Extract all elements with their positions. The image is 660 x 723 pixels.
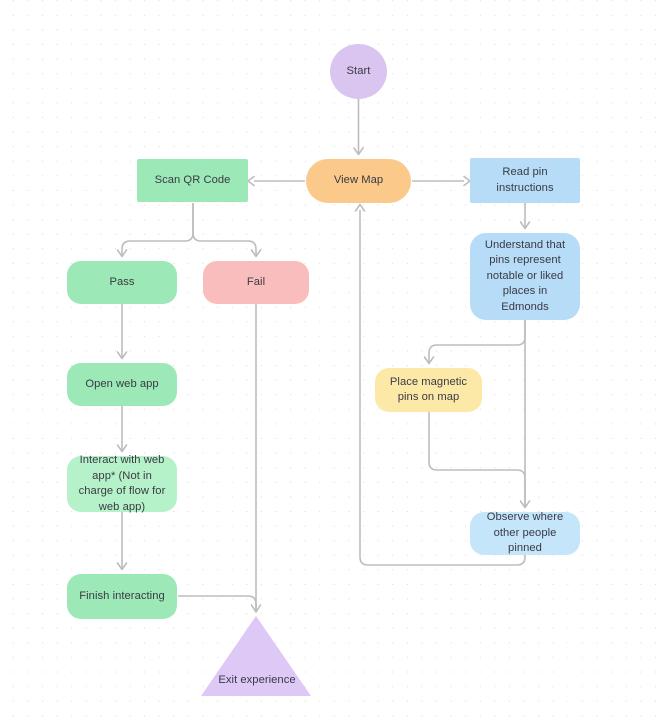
arrowhead-view-map-bottom [354, 203, 366, 212]
arrowhead-scan-qr-right [247, 175, 255, 187]
arrowhead-view-map-top [353, 147, 364, 156]
node-pass-label: Pass [109, 275, 135, 288]
arrowhead-fail-top [250, 249, 262, 258]
edge-scan-qr-to-pass [121, 203, 194, 255]
node-fail-label: Fail [246, 275, 266, 288]
arrowhead-interact-top [116, 444, 128, 453]
node-open-web-app[interactable]: Open web app [67, 363, 177, 406]
arrowhead-pass-top [116, 249, 128, 258]
node-understand-pins[interactable]: Understand that pins represent notable o… [470, 233, 580, 320]
node-finish-interacting[interactable]: Finish interacting [67, 574, 177, 619]
node-observe-other-pins[interactable]: Observe where other people pinned [470, 511, 580, 555]
arrowhead-exit-top [250, 604, 262, 613]
node-start[interactable]: Start [330, 44, 387, 99]
node-place-magnetic-pins[interactable]: Place magnetic pins on map [375, 368, 482, 412]
node-interact-web-app[interactable]: Interact with web app* (Not in charge of… [67, 454, 177, 513]
flowchart-canvas[interactable]: Start Scan QR Code View Map Read pin ins… [0, 0, 660, 723]
arrowhead-observe-top [519, 500, 531, 509]
node-exit-experience[interactable]: Exit experience [202, 616, 312, 696]
node-interact-web-app-label: Interact with web app* (Not in charge of… [78, 454, 166, 513]
arrowhead-place-pins-top [423, 356, 435, 365]
node-fail[interactable]: Fail [203, 261, 309, 304]
arrowhead-finish-top [116, 562, 128, 571]
node-read-pin-instructions[interactable]: Read pin instructions [470, 158, 580, 203]
node-read-pin-instructions-label: Read pin instructions [496, 166, 554, 194]
arrowhead-open-web-top [116, 351, 128, 360]
arrowhead-understand-top [519, 221, 531, 230]
node-exit-experience-label: Exit experience [218, 673, 296, 686]
edge-understand-to-place-pins [428, 320, 526, 362]
edge-scan-qr-to-fail [192, 203, 257, 255]
node-scan-qr-code[interactable]: Scan QR Code [137, 159, 248, 202]
node-observe-other-pins-label: Observe where other people pinned [486, 511, 564, 555]
node-start-label: Start [346, 64, 371, 77]
edge-finish-to-exit [178, 595, 257, 610]
node-scan-qr-code-label: Scan QR Code [154, 173, 231, 186]
node-view-map[interactable]: View Map [306, 159, 411, 203]
node-view-map-label: View Map [333, 174, 384, 187]
node-open-web-app-label: Open web app [85, 377, 159, 390]
node-finish-interacting-label: Finish interacting [79, 589, 165, 602]
node-understand-pins-label: Understand that pins represent notable o… [484, 238, 566, 313]
node-place-magnetic-pins-label: Place magnetic pins on map [389, 375, 468, 404]
node-pass[interactable]: Pass [67, 261, 177, 304]
edge-place-pins-to-observe [428, 412, 526, 506]
